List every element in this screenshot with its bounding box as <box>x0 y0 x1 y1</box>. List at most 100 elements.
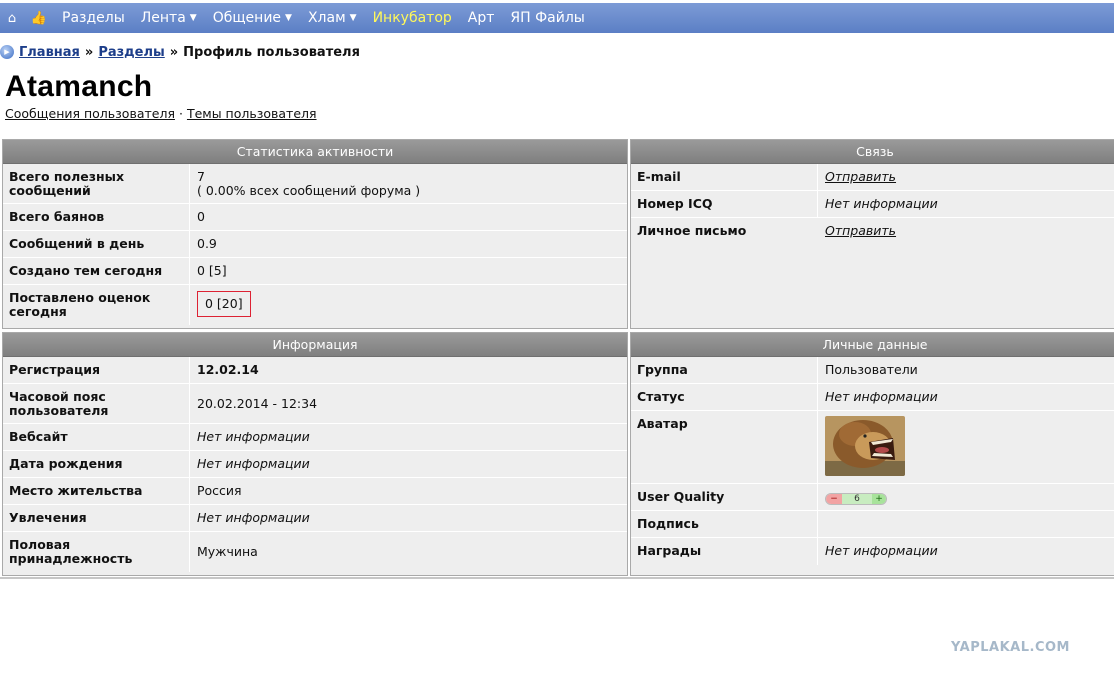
row-value: Нет информации <box>825 389 938 404</box>
table-row: Всего полезных сообщений 7( 0.00% всех с… <box>3 164 627 204</box>
quality-plus-button[interactable]: + <box>872 494 886 504</box>
breadcrumb-home-link[interactable]: Главная <box>19 45 80 60</box>
row-label: Поставлено оценок сегодня <box>3 285 190 325</box>
row-label: Аватар <box>631 411 818 483</box>
row-value: Отправить <box>818 218 903 245</box>
row-label: Статус <box>631 384 818 410</box>
user-links: Сообщения пользователя · Темы пользователя <box>5 106 317 121</box>
breadcrumb-current: Профиль пользователя <box>183 44 360 60</box>
info-panel: Информация Регистрация 12.02.14 Часовой … <box>2 332 628 576</box>
row-label: Создано тем сегодня <box>3 258 190 284</box>
row-label: Место жительства <box>3 478 190 504</box>
nav-item-files[interactable]: ЯП Файлы <box>502 3 592 33</box>
breadcrumb: ▶ Главная » Разделы » Профиль пользовате… <box>0 43 360 61</box>
row-label: Номер ICQ <box>631 191 818 217</box>
ratings-today-value: 0 [20] <box>197 291 251 317</box>
user-messages-link[interactable]: Сообщения пользователя <box>5 106 175 121</box>
home-icon[interactable]: ⌂ <box>0 3 24 33</box>
nav-label: Лента <box>140 10 186 26</box>
chevron-down-icon: ▼ <box>189 13 197 23</box>
table-row: Аватар <box>631 411 1114 484</box>
panel-header: Информация <box>3 333 627 357</box>
row-value: 0 <box>197 209 205 224</box>
nav-item-junk[interactable]: Хлам ▼ <box>300 3 365 33</box>
top-navigation: ⌂ 👍 Разделы Лента ▼ Общение ▼ Хлам ▼ Инкуба… <box>0 3 1114 33</box>
row-value: Пользователи <box>825 362 918 377</box>
table-row: Место жительства Россия <box>3 478 627 505</box>
table-row: Подпись <box>631 511 1114 538</box>
nav-item-art[interactable]: Арт <box>460 3 503 33</box>
useful-posts-count: 7 <box>197 169 205 184</box>
nav-label: Разделы <box>62 10 125 26</box>
row-value: Нет информации <box>197 429 310 444</box>
nav-label: Инкубатор <box>372 10 452 26</box>
row-label: Личное письмо <box>637 223 747 238</box>
user-topics-link[interactable]: Темы пользователя <box>187 106 317 121</box>
email-send-link[interactable]: Отправить <box>825 169 896 184</box>
table-row: User Quality − 6 + <box>631 484 1114 511</box>
table-row: Поставлено оценок сегодня 0 [20] <box>3 285 627 325</box>
row-label: Всего полезных сообщений <box>3 164 190 203</box>
nav-label: Хлам <box>307 10 346 26</box>
row-value: 12.02.14 <box>197 362 259 377</box>
row-label: Сообщений в день <box>3 231 190 257</box>
table-row: Группа Пользователи <box>631 357 1114 384</box>
chevron-down-icon: ▼ <box>349 13 357 23</box>
row-value: 0 [20] <box>190 285 258 325</box>
row-label: Половая принадлежность <box>3 532 190 572</box>
nav-item-feed[interactable]: Лента ▼ <box>133 3 205 33</box>
lion-avatar-image <box>825 416 905 476</box>
personal-data-panel: Личные данные Группа Пользователи Статус… <box>630 332 1114 576</box>
row-value: Мужчина <box>197 544 258 559</box>
nav-item-incubator[interactable]: Инкубатор <box>365 3 460 33</box>
table-row: E-mail Отправить <box>631 164 1114 191</box>
page-title: Atamanch <box>5 70 153 103</box>
watermark: YAPLAKAL.COM <box>951 640 1070 655</box>
table-row: Награды Нет информации <box>631 538 1114 565</box>
quality-minus-button[interactable]: − <box>826 494 842 504</box>
row-value: Нет информации <box>825 196 938 211</box>
table-row: Всего баянов 0 <box>3 204 627 231</box>
row-label: Регистрация <box>3 357 190 383</box>
table-row: Статус Нет информации <box>631 384 1114 411</box>
row-value <box>818 411 912 483</box>
play-circle-icon: ▶ <box>0 45 14 59</box>
table-row: Создано тем сегодня 0 [5] <box>3 258 627 285</box>
link-separator: · <box>178 106 183 121</box>
chevron-down-icon: ▼ <box>285 13 292 23</box>
row-label: Вебсайт <box>3 424 190 450</box>
row-value: 0 [5] <box>197 263 227 278</box>
user-quality-widget: − 6 + <box>825 493 887 505</box>
activity-stats-panel: Статистика активности Всего полезных соо… <box>2 139 628 329</box>
nav-item-communication[interactable]: Общение ▼ <box>205 3 300 33</box>
row-value: 7( 0.00% всех сообщений форума ) <box>190 164 427 203</box>
row-value: Нет информации <box>197 456 310 471</box>
row-label: Награды <box>631 538 818 565</box>
table-row: Дата рождения Нет информации <box>3 451 627 478</box>
breadcrumb-sections-link[interactable]: Разделы <box>98 45 164 60</box>
nav-label: Общение <box>212 10 282 26</box>
row-label: Группа <box>631 357 818 383</box>
nav-label: ЯП Файлы <box>510 10 585 26</box>
breadcrumb-separator: » <box>169 44 179 60</box>
row-label: User Quality <box>631 484 818 510</box>
row-value: Нет информации <box>197 510 310 525</box>
row-value: Россия <box>197 483 242 498</box>
quality-value: 6 <box>842 494 872 504</box>
divider <box>0 577 1114 579</box>
row-label: E-mail <box>631 164 818 190</box>
table-row: Часовой пояс пользователя 20.02.2014 - 1… <box>3 384 627 424</box>
like-icon[interactable]: 👍 <box>24 3 54 33</box>
nav-item-sections[interactable]: Разделы <box>54 3 133 33</box>
row-label: Увлечения <box>3 505 190 531</box>
breadcrumb-separator: » <box>84 44 94 60</box>
table-row: Увлечения Нет информации <box>3 505 627 532</box>
table-row: Номер ICQ Нет информации <box>631 191 1114 218</box>
private-message-link[interactable]: Отправить <box>825 223 896 238</box>
nav-label: Арт <box>467 10 495 26</box>
panel-header: Личные данные <box>631 333 1114 357</box>
table-row: Вебсайт Нет информации <box>3 424 627 451</box>
table-row: Сообщений в день 0.9 <box>3 231 627 258</box>
row-value: Нет информации <box>825 543 938 558</box>
row-value: 0.9 <box>197 236 217 251</box>
